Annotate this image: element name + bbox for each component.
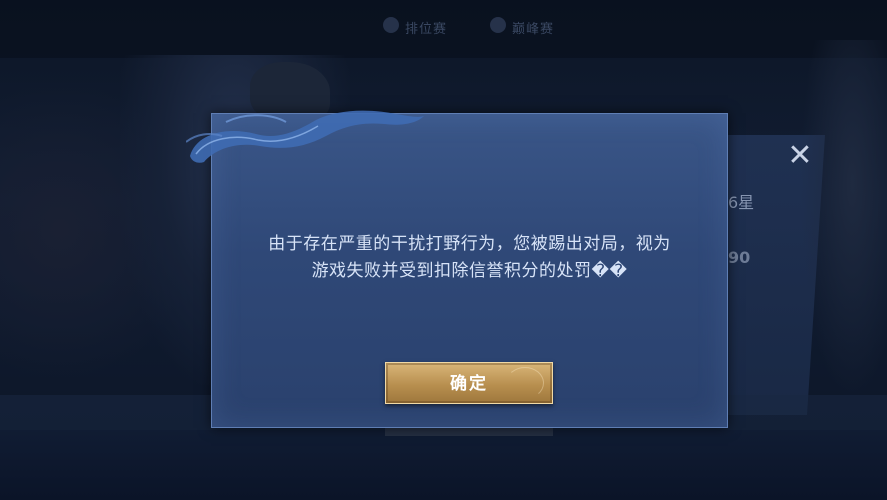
confirm-button-label: 确定 [450, 374, 488, 394]
score-label: 90 [728, 248, 751, 267]
background-figure-right [800, 40, 887, 400]
rank-stars-label: 6星 [728, 193, 755, 212]
dialog-message: 由于存在严重的干扰打野行为，您被踢出对局，视为 游戏失败并受到扣除信誉积分的处罚… [212, 231, 727, 285]
tab-ranked: 排位赛 [405, 22, 448, 37]
confirm-button[interactable]: 确定 [385, 362, 553, 404]
penalty-dialog: 由于存在严重的干扰打野行为，您被踢出对局，视为 游戏失败并受到扣除信誉积分的处罚… [211, 113, 728, 428]
dialog-message-line-2: 游戏失败并受到扣除信誉积分的处罚�� [311, 261, 628, 281]
peak-icon [490, 17, 506, 33]
close-icon[interactable]: ✕ [786, 141, 814, 171]
ranked-icon [383, 17, 399, 33]
bottom-floor [0, 430, 887, 500]
tab-peak: 巅峰赛 [512, 22, 555, 37]
button-sheen [506, 367, 544, 399]
dialog-message-line-1: 由于存在严重的干扰打野行为，您被踢出对局，视为 [268, 234, 671, 254]
